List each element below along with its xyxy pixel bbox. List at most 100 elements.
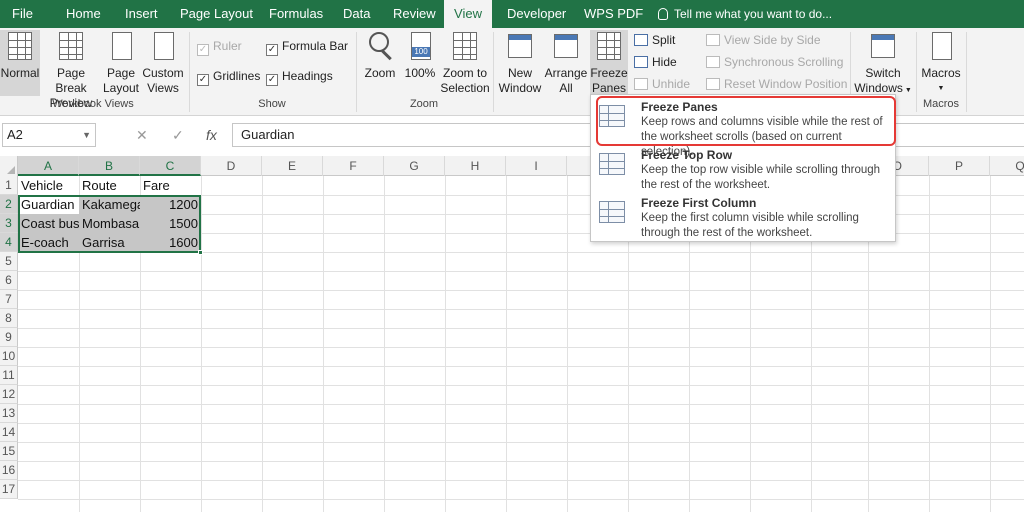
tab-wps-pdf[interactable]: WPS PDF	[580, 0, 647, 28]
macros-button[interactable]: Macros ▼	[920, 30, 962, 96]
column-header-e[interactable]: E	[262, 156, 323, 176]
group-separator	[966, 32, 967, 112]
column-header-h[interactable]: H	[445, 156, 506, 176]
row-header-14[interactable]: 14	[0, 423, 18, 442]
gridlines-checkbox[interactable]: ✓ Gridlines	[197, 66, 260, 86]
gridline	[18, 442, 1024, 443]
lightbulb-icon	[658, 8, 668, 20]
group-label-zoom: Zoom	[409, 98, 439, 110]
headings-checkbox[interactable]: ✓ Headings	[266, 66, 333, 86]
column-header-d[interactable]: D	[201, 156, 262, 176]
fill-handle[interactable]	[198, 250, 203, 255]
zoom-100-button[interactable]: 100 100%	[402, 30, 438, 81]
new-window-label-1: New	[507, 66, 532, 80]
reset-position-icon	[706, 78, 720, 90]
tab-page-layout[interactable]: Page Layout	[176, 0, 257, 28]
column-header-g[interactable]: G	[384, 156, 445, 176]
normal-view-label: Normal	[0, 66, 40, 80]
column-header-q[interactable]: Q	[990, 156, 1024, 176]
group-separator	[493, 32, 494, 112]
row-header-3[interactable]: 3	[0, 214, 18, 233]
freeze-panes-button[interactable]: Freeze Panes ▼	[590, 30, 628, 111]
gridline	[18, 271, 1024, 272]
zoom-button[interactable]: Zoom	[362, 30, 398, 81]
tab-view[interactable]: View	[444, 0, 492, 28]
chevron-down-icon[interactable]: ▼	[82, 124, 91, 146]
row-header-9[interactable]: 9	[0, 328, 18, 347]
menu-item-title: Freeze First Column	[641, 196, 757, 210]
select-all-corner[interactable]	[0, 156, 18, 176]
tell-me-box[interactable]: Tell me what you want to do...	[658, 0, 832, 28]
unhide-button[interactable]: Unhide	[634, 74, 690, 94]
page-break-icon	[59, 32, 83, 60]
group-label-workbook-views: Workbook Views	[52, 98, 134, 110]
column-header-p[interactable]: P	[929, 156, 990, 176]
row-header-16[interactable]: 16	[0, 461, 18, 480]
page-layout-label-1: Page	[106, 66, 136, 80]
arrange-all-label-2: All	[559, 81, 573, 95]
column-header-f[interactable]: F	[323, 156, 384, 176]
menu-item-freeze-top-row[interactable]: Freeze Top Row Keep the top row visible …	[591, 145, 897, 193]
menu-item-freeze-first-column[interactable]: Freeze First Column Keep the first colum…	[591, 193, 897, 241]
menu-bar: File Home Insert Page Layout Formulas Da…	[0, 0, 1024, 28]
reset-window-position-button[interactable]: Reset Window Position	[706, 74, 847, 94]
row-header-15[interactable]: 15	[0, 442, 18, 461]
tab-developer[interactable]: Developer	[503, 0, 570, 28]
split-label: Split	[652, 33, 676, 47]
tab-data[interactable]: Data	[339, 0, 374, 28]
tab-home[interactable]: Home	[62, 0, 105, 28]
cell-b1[interactable]: Route	[79, 176, 140, 195]
row-header-13[interactable]: 13	[0, 404, 18, 423]
synchronous-scrolling-button[interactable]: Synchronous Scrolling	[706, 52, 843, 72]
row-header-17[interactable]: 17	[0, 480, 18, 499]
row-header-6[interactable]: 6	[0, 271, 18, 290]
split-button[interactable]: Split	[634, 30, 675, 50]
arrange-all-button[interactable]: Arrange All	[544, 30, 588, 96]
tab-formulas[interactable]: Formulas	[265, 0, 327, 28]
column-header-b[interactable]: B	[79, 156, 140, 176]
row-header-2[interactable]: 2	[0, 195, 18, 214]
tell-me-text: Tell me what you want to do...	[674, 7, 833, 21]
checkbox-icon: ✓	[266, 74, 278, 86]
zoom-to-selection-button[interactable]: Zoom to Selection	[440, 30, 490, 96]
switch-windows-button[interactable]: Switch Windows ▼	[854, 30, 912, 98]
formula-bar-checkbox[interactable]: ✓ Formula Bar	[266, 36, 348, 56]
column-header-c[interactable]: C	[140, 156, 201, 176]
insert-function-icon[interactable]: fx	[206, 123, 217, 147]
page-layout-icon	[112, 32, 132, 60]
row-header-12[interactable]: 12	[0, 385, 18, 404]
cancel-icon[interactable]: ✕	[136, 123, 148, 147]
row-header-1[interactable]: 1	[0, 176, 18, 195]
gridline	[18, 309, 1024, 310]
tab-insert[interactable]: Insert	[121, 0, 162, 28]
tab-review[interactable]: Review	[389, 0, 440, 28]
new-window-button[interactable]: New Window	[498, 30, 542, 96]
row-header-5[interactable]: 5	[0, 252, 18, 271]
hide-button[interactable]: Hide	[634, 52, 677, 72]
custom-views-label-2: Views	[147, 81, 179, 95]
cell-c1[interactable]: Fare	[140, 176, 201, 195]
column-header-i[interactable]: I	[506, 156, 567, 176]
row-header-7[interactable]: 7	[0, 290, 18, 309]
custom-views-button[interactable]: Custom Views	[142, 30, 184, 96]
column-header-a[interactable]: A	[18, 156, 79, 176]
ruler-label: Ruler	[213, 39, 242, 53]
view-side-by-side-button[interactable]: View Side by Side	[706, 30, 821, 50]
row-header-8[interactable]: 8	[0, 309, 18, 328]
normal-view-button[interactable]: Normal	[0, 30, 40, 96]
ruler-checkbox[interactable]: ✓ Ruler	[197, 36, 242, 56]
freeze-panes-label-2: Panes	[591, 81, 627, 95]
new-window-label-2: Window	[498, 81, 542, 95]
gridline	[18, 499, 1024, 500]
cell-a1[interactable]: Vehicle	[18, 176, 79, 195]
gridline	[18, 290, 1024, 291]
page-layout-view-button[interactable]: Page Layout	[102, 30, 140, 96]
hide-label: Hide	[652, 55, 677, 69]
row-header-11[interactable]: 11	[0, 366, 18, 385]
enter-icon[interactable]: ✓	[172, 123, 184, 147]
name-box[interactable]: A2 ▼	[2, 123, 96, 147]
tab-file[interactable]: File	[8, 0, 37, 28]
row-header-10[interactable]: 10	[0, 347, 18, 366]
row-header-4[interactable]: 4	[0, 233, 18, 252]
zoom-100-label: 100%	[404, 66, 436, 80]
